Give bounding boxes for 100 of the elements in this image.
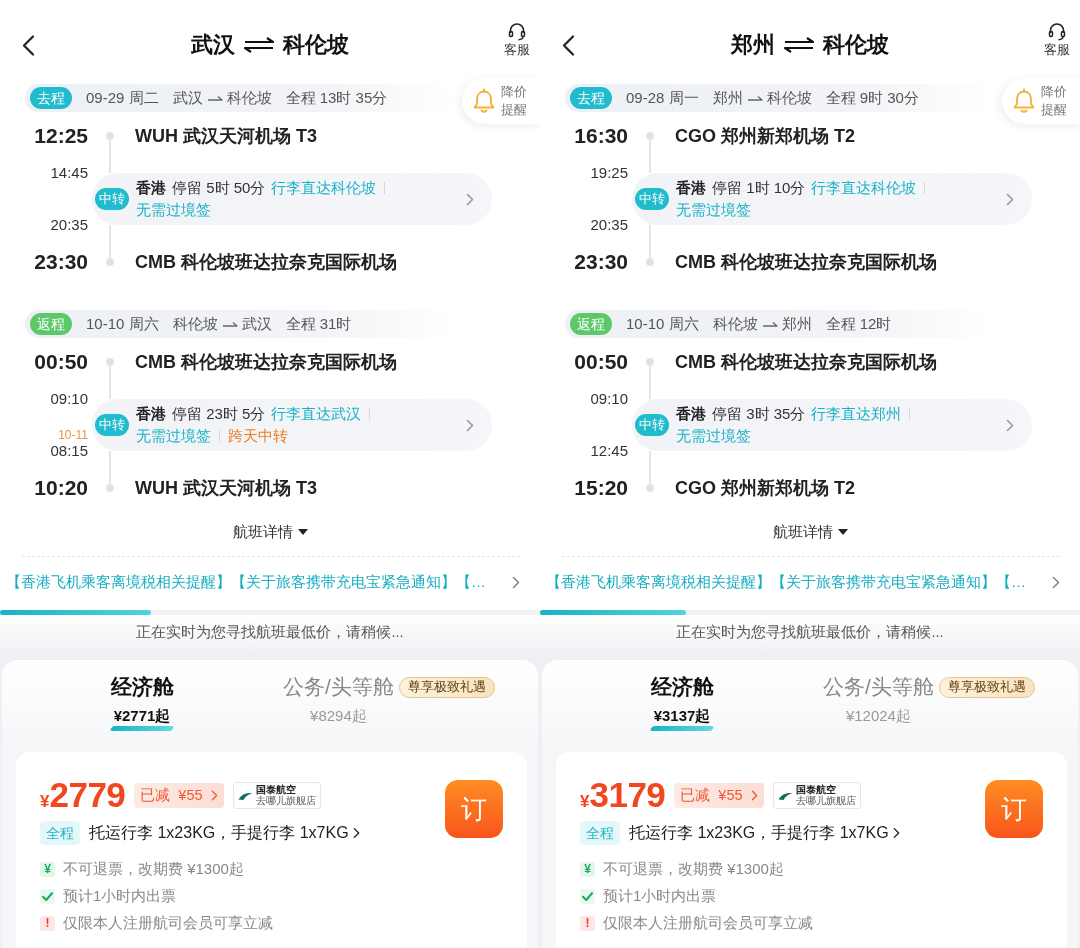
chevron-right-icon: [1006, 192, 1014, 206]
timeline-dot-icon: [646, 484, 654, 492]
flight-details-button[interactable]: 航班详情: [772, 522, 848, 542]
headset-icon: [1048, 22, 1066, 41]
transfer-card[interactable]: 中转 香港 停留 23时 5分 行李直达武汉 无需过境签 跨天中转: [92, 399, 492, 451]
cabin-tab[interactable]: 经济舱 ¥3137起: [647, 674, 729, 731]
timeline-dot-icon: [106, 132, 114, 140]
cabin-tab[interactable]: 公务/头等舱 尊享极致礼遇 ¥8294起: [283, 674, 495, 726]
layover-duration: 停留 5时 50分: [172, 178, 266, 198]
baggage-allowance[interactable]: 托运行李 1x23KG，手提行李 1x7KG: [629, 822, 889, 844]
trip-duration: 全程 12时: [825, 314, 892, 334]
bell-icon: [472, 88, 496, 114]
timeline-dot-icon: [646, 358, 654, 366]
bell-icon: [1012, 88, 1036, 114]
layover-departure-time: 20:35: [590, 216, 628, 234]
yen-icon: ¥: [40, 862, 55, 877]
route-destination: 科伦坡: [226, 88, 272, 108]
airport-name: CMB 科伦坡班达拉奈克国际机场: [674, 251, 938, 274]
airline-name: 国泰航空: [255, 783, 297, 795]
perk-badge: 尊享极致礼遇: [938, 676, 1035, 698]
transfer-city: 香港: [136, 178, 166, 198]
transfer-note: 行李直达科伦坡: [271, 178, 377, 198]
arrival-time: 23:30: [34, 250, 88, 274]
route-origin: 科伦坡: [172, 314, 218, 334]
transfer-card[interactable]: 中转 香港 停留 1时 10分 行李直达科伦坡 无需过境签: [632, 173, 1032, 225]
chevron-right-icon: [892, 827, 900, 839]
transfer-card[interactable]: 中转 香港 停留 5时 50分 行李直达科伦坡 无需过境签: [92, 173, 492, 225]
policy-text: 仅限本人注册航司会员可享立减: [603, 914, 813, 933]
layover-duration: 停留 23时 5分: [172, 404, 266, 424]
timeline-dot-icon: [646, 258, 654, 266]
fare-scope-tag: 全程: [580, 821, 620, 845]
transfer-note: 无需过境签: [136, 426, 211, 446]
chevron-right-icon: [352, 827, 360, 839]
alert-icon: !: [580, 916, 595, 931]
airline-name: 国泰航空: [795, 783, 837, 795]
selected-underline: [649, 726, 715, 731]
destination-city: 科伦坡: [823, 31, 889, 59]
store-label: 去哪儿旗舰店: [255, 794, 316, 807]
layover-arrival-time: 09:10: [590, 390, 628, 408]
layover-departure-time: 12:45: [590, 442, 628, 460]
policy-text: 不可退票，改期费 ¥1300起: [603, 860, 784, 879]
loading-message: 正在实时为您寻找航班最低价，请稍候...: [676, 622, 944, 642]
transfer-tag: 中转: [95, 414, 129, 436]
layover-arrival-time: 14:45: [50, 164, 88, 182]
cabin-tab[interactable]: 公务/头等舱 尊享极致礼遇 ¥12024起: [823, 674, 1035, 726]
transfer-card[interactable]: 中转 香港 停留 3时 35分 行李直达郑州 无需过境签: [632, 399, 1032, 451]
chevron-right-icon: [750, 789, 758, 801]
arrival-time: 15:20: [574, 476, 628, 500]
timeline-dot-icon: [646, 132, 654, 140]
destination-city: 科伦坡: [283, 31, 349, 59]
airport-name: CGO 郑州新郑机场 T2: [674, 477, 856, 500]
airport-name: CMB 科伦坡班达拉奈克国际机场: [674, 351, 938, 374]
chevron-right-icon: [512, 575, 520, 589]
policy-text: 仅限本人注册航司会员可享立减: [63, 914, 273, 933]
headset-icon: [508, 22, 526, 41]
trip-date: 10-10 周六: [86, 314, 159, 334]
origin-city: 武汉: [191, 31, 235, 59]
trip-type-tag: 返程: [30, 313, 72, 335]
baggage-allowance[interactable]: 托运行李 1x23KG，手提行李 1x7KG: [89, 822, 349, 844]
route-destination: 郑州: [781, 314, 812, 334]
next-day-date: 10-11: [58, 428, 88, 442]
policy-text: 预计1小时内出票: [63, 887, 177, 906]
price-alert-button[interactable]: 降价提醒: [462, 78, 540, 124]
check-icon: [40, 889, 55, 904]
fare-price: ¥2779: [40, 775, 126, 815]
fare-scope-tag: 全程: [40, 821, 80, 845]
chevron-right-icon: [466, 418, 474, 432]
route-destination: 科伦坡: [766, 88, 812, 108]
trip-date: 10-10 周六: [626, 314, 699, 334]
transfer-note: 无需过境签: [676, 200, 751, 220]
back-icon[interactable]: [22, 35, 35, 56]
alert-icon: !: [40, 916, 55, 931]
route-origin: 郑州: [712, 88, 743, 108]
customer-service-button[interactable]: 客服: [504, 22, 530, 59]
cabin-tab[interactable]: 经济舱 ¥2771起: [107, 674, 189, 731]
layover-departure-time: 20:35: [50, 216, 88, 234]
caret-down-icon: [297, 529, 308, 535]
flight-details-button[interactable]: 航班详情: [232, 522, 308, 542]
trip-type-tag: 去程: [30, 87, 72, 109]
price-alert-button[interactable]: 降价提醒: [1002, 78, 1080, 124]
policy-text: 不可退票，改期费 ¥1300起: [63, 860, 244, 879]
route-origin: 科伦坡: [712, 314, 758, 334]
layover-arrival-time: 09:10: [50, 390, 88, 408]
airport-name: CMB 科伦坡班达拉奈克国际机场: [134, 351, 398, 374]
check-icon: [580, 889, 595, 904]
departure-time: 00:50: [574, 350, 628, 374]
transfer-note: 行李直达郑州: [811, 404, 902, 424]
timeline-dot-icon: [106, 258, 114, 266]
trip-type-tag: 返程: [570, 313, 612, 335]
chevron-right-icon: [1052, 575, 1060, 589]
departure-time: 00:50: [34, 350, 88, 374]
back-icon[interactable]: [562, 35, 575, 56]
timeline-dot-icon: [106, 484, 114, 492]
transfer-note: 无需过境签: [676, 426, 751, 446]
route-origin: 武汉: [172, 88, 203, 108]
transfer-tag: 中转: [635, 188, 669, 210]
layover-departure-time: 08:15: [50, 442, 88, 460]
customer-service-button[interactable]: 客服: [1044, 22, 1070, 59]
layover-arrival-time: 19:25: [590, 164, 628, 182]
fare-price: ¥3179: [580, 775, 666, 815]
